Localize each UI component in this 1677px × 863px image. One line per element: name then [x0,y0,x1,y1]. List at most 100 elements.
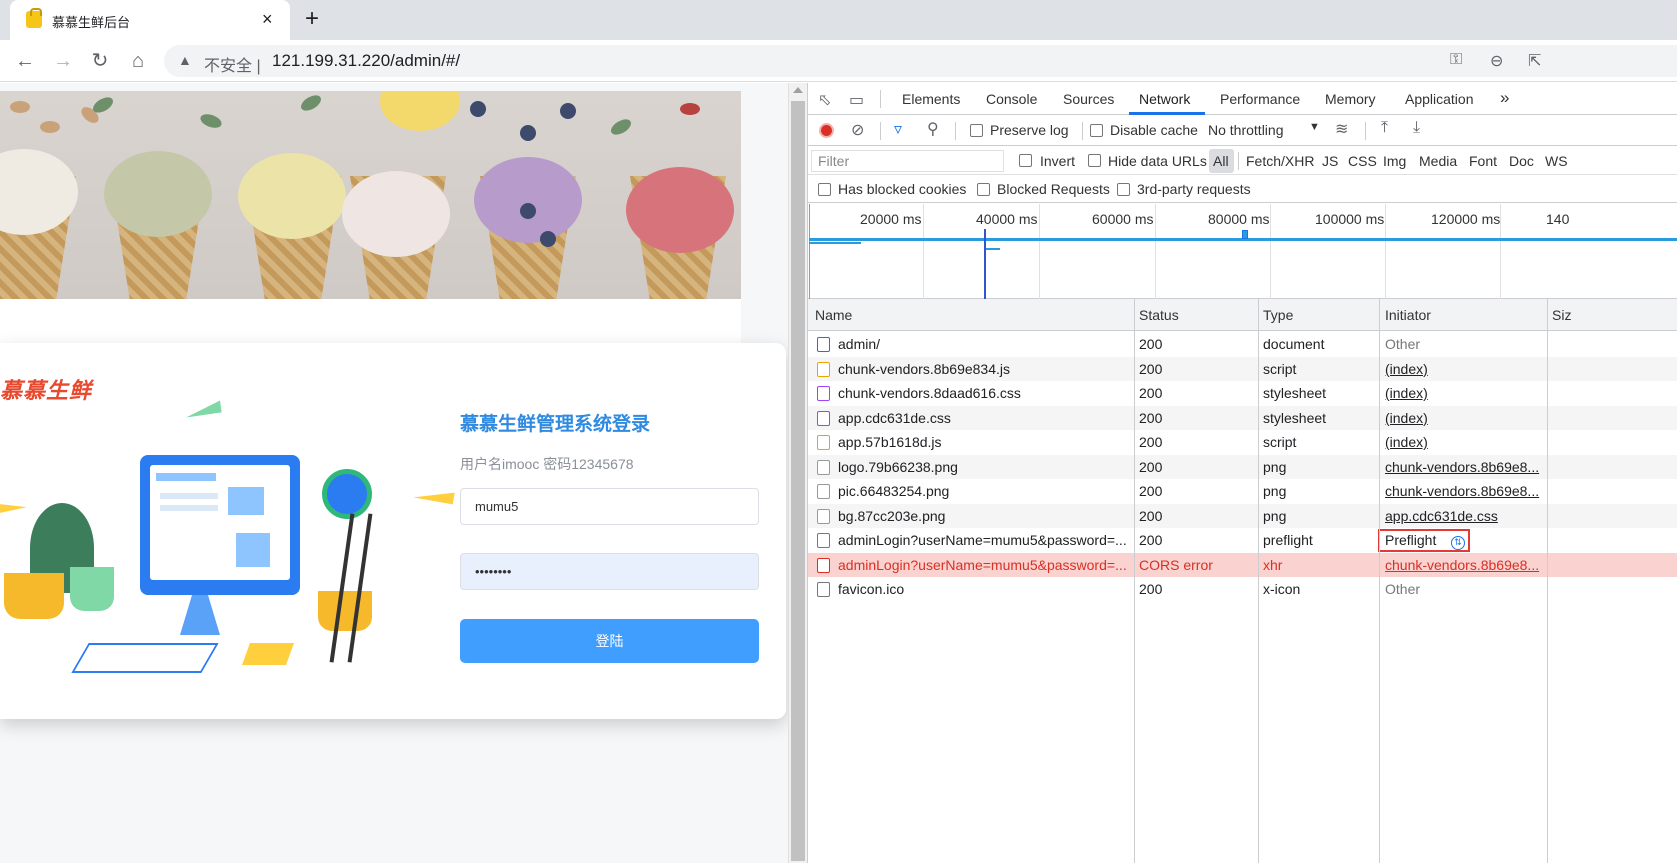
column-header-type[interactable]: Type [1263,307,1293,323]
network-conditions-icon[interactable]: ≋ [1335,119,1348,139]
office-illustration [0,400,455,703]
preflight-highlight-box: ⇅ [1378,529,1470,552]
tab-performance[interactable]: Performance [1220,91,1300,107]
search-icon[interactable]: ⚲ [927,119,939,139]
has-blocked-cookies-label: Has blocked cookies [838,181,967,197]
column-header-name[interactable]: Name [815,307,852,323]
username-input[interactable]: mumu5 [460,488,759,525]
browser-tab[interactable]: 慕慕生鲜后台 × [10,0,290,40]
type-filter-img[interactable]: Img [1383,153,1406,169]
network-overview-timeline[interactable]: 20000 ms 40000 ms 60000 ms 80000 ms 1000… [808,204,1677,299]
type-filter-js[interactable]: JS [1322,153,1338,169]
request-initiator[interactable]: (index) [1385,410,1545,426]
tab-console[interactable]: Console [986,91,1037,107]
throttling-select[interactable]: No throttling [1208,122,1283,138]
more-tabs-icon[interactable]: » [1500,88,1509,108]
warning-icon[interactable]: ▲ [178,52,192,68]
request-type: preflight [1263,532,1313,548]
request-initiator[interactable]: (index) [1385,434,1545,450]
tab-application[interactable]: Application [1405,91,1474,107]
new-tab-button[interactable]: + [305,7,319,31]
grid-line [1155,204,1156,299]
timeline-label: 80000 ms [1208,211,1270,227]
request-type: xhr [1263,556,1283,573]
password-input[interactable]: •••••••• [460,553,759,590]
tab-title: 慕慕生鲜后台 [52,15,131,30]
divider [880,122,881,140]
login-hint: 用户名imooc 密码12345678 [460,456,634,472]
timeline-label: 100000 ms [1315,211,1385,227]
timeline-label: 140 [1546,211,1570,227]
back-arrow-icon[interactable]: ← [14,50,36,72]
request-type: x-icon [1263,581,1301,597]
home-icon[interactable]: ⌂ [127,50,149,72]
request-status: 200 [1139,507,1163,524]
close-tab-icon[interactable]: × [262,9,273,29]
request-name: app.cdc631de.css [838,409,951,426]
request-initiator[interactable]: (index) [1385,385,1545,401]
filter-bar-secondary: Has blocked cookies Blocked Requests 3rd… [808,176,1677,203]
tab-network[interactable]: Network [1139,91,1190,107]
hide-data-urls-checkbox[interactable] [1088,154,1101,167]
chevron-down-icon[interactable]: ▼ [1309,121,1320,133]
grid-line [923,204,924,299]
request-initiator[interactable]: chunk-vendors.8b69e8... [1385,459,1545,475]
disable-cache-checkbox[interactable] [1090,124,1103,137]
preflight-link-icon[interactable]: ⇅ [1451,536,1465,550]
devtools-panel: ⬁ ▭ Elements Console Sources Network Per… [807,83,1677,863]
upload-icon[interactable]: ⤒ [1381,119,1388,137]
request-initiator[interactable]: (index) [1385,361,1545,377]
timeline-label: 120000 ms [1431,211,1501,227]
download-icon[interactable]: ⤓ [1413,119,1420,137]
request-name: admin/ [838,336,881,352]
filter-icon[interactable]: ▿ [894,119,902,139]
type-filter-ws[interactable]: WS [1545,153,1568,169]
request-initiator[interactable]: chunk-vendors.8b69e8... [1385,557,1545,573]
grid-line [1039,204,1040,299]
url-text[interactable]: 121.199.31.220/admin/#/ [272,51,460,71]
blocked-requests-label: Blocked Requests [997,181,1110,197]
address-bar[interactable]: ▲ 不安全 | 121.199.31.220/admin/#/ ⚿ ⊖ ⇱ [164,45,1677,77]
device-toolbar-icon[interactable]: ▭ [849,90,864,110]
page-scrollbar[interactable] [788,83,807,863]
inspect-element-icon[interactable]: ⬁ [818,90,831,110]
divider [1082,122,1083,140]
zoom-out-icon[interactable]: ⊖ [1490,51,1503,71]
request-name: pic.66483254.png [838,483,950,499]
column-header-initiator[interactable]: Initiator [1385,307,1431,323]
type-filter-media[interactable]: Media [1419,153,1457,169]
preserve-log-checkbox[interactable] [970,124,983,137]
record-icon[interactable] [819,123,834,138]
tab-sources[interactable]: Sources [1063,91,1114,107]
filter-input[interactable]: Filter [811,150,1004,172]
type-filter-doc[interactable]: Doc [1509,153,1534,169]
tab-elements[interactable]: Elements [902,91,960,107]
column-header-status[interactable]: Status [1139,307,1179,323]
login-button[interactable]: 登陆 [460,619,759,663]
filter-bar: Filter Invert Hide data URLs All Fetch/X… [808,147,1677,175]
scroll-up-arrow-icon[interactable] [793,87,803,93]
tab-memory[interactable]: Memory [1325,91,1376,107]
type-filter-css[interactable]: CSS [1348,153,1377,169]
clear-icon[interactable]: ⊘ [851,120,864,140]
column-header-size[interactable]: Siz [1552,307,1571,323]
brand-logo-text: 慕慕生鲜 [0,378,93,403]
type-filter-fetch-xhr[interactable]: Fetch/XHR [1246,153,1314,169]
type-filter-font[interactable]: Font [1469,153,1497,169]
invert-checkbox[interactable] [1019,154,1032,167]
request-type: png [1263,507,1287,524]
type-filter-all[interactable]: All [1213,153,1229,169]
forward-arrow-icon[interactable]: → [52,50,74,72]
file-icon [817,582,830,597]
request-initiator[interactable]: chunk-vendors.8b69e8... [1385,483,1545,499]
request-type: document [1263,336,1325,352]
request-initiator[interactable]: app.cdc631de.css [1385,508,1545,524]
request-status: CORS error [1139,556,1213,573]
key-icon[interactable]: ⚿ [1450,51,1462,69]
third-party-checkbox[interactable] [1117,183,1130,196]
scrollbar-thumb[interactable] [791,101,805,861]
share-icon[interactable]: ⇱ [1528,51,1541,71]
has-blocked-cookies-checkbox[interactable] [818,183,831,196]
reload-icon[interactable]: ↻ [89,50,111,72]
blocked-requests-checkbox[interactable] [977,183,990,196]
